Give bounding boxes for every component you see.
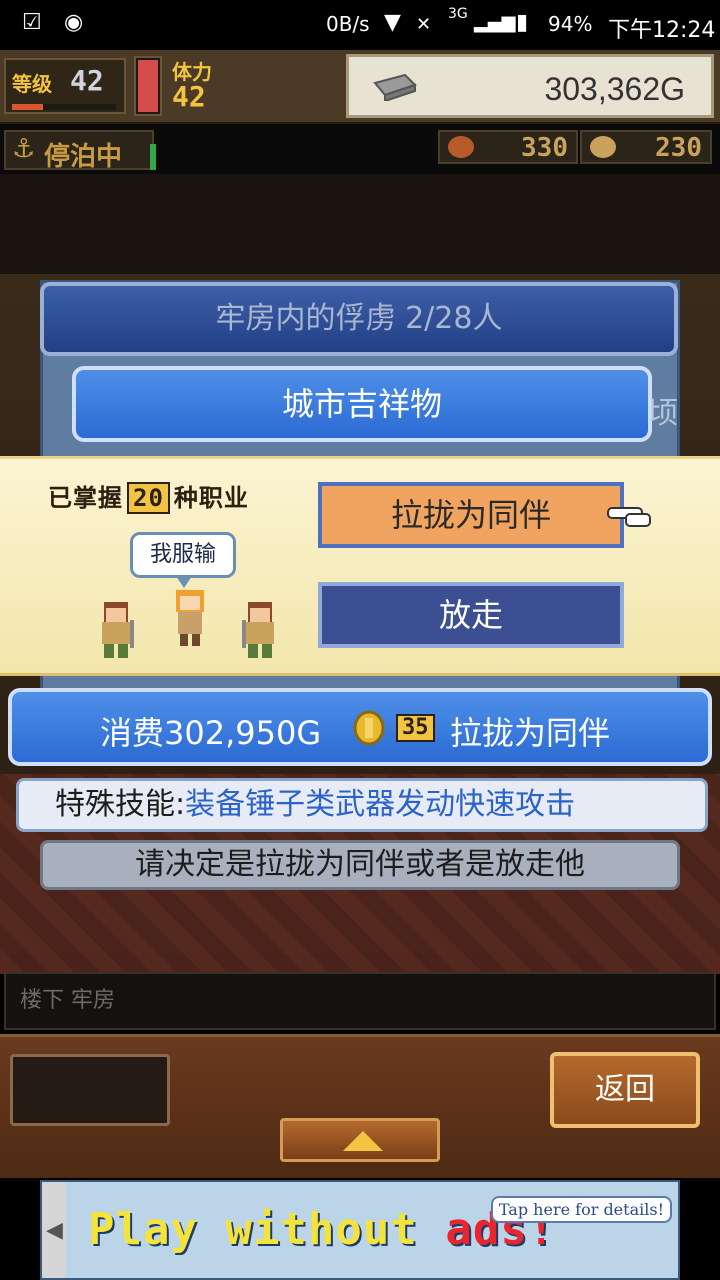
cost-coin-amount: 35 [396,714,435,742]
coin-icon [353,710,385,746]
up-arrow-icon [343,1131,383,1151]
food-amount: 330 [521,133,568,163]
mastery-label: 已掌握 20 种职业 [48,478,249,514]
speech-bubble: 我服输 [130,532,236,578]
status-indicator [150,144,156,170]
skill-value: 装备锤子类武器发动快速攻击 [185,787,576,822]
anchor-status-text: 停泊中 [44,142,123,172]
cost-action-text: 拉拢为同伴 [450,714,611,752]
anchor-icon: ⚓ [12,134,36,164]
guard-sprite-right [242,602,274,658]
recruit-button[interactable]: 拉拢为同伴 [318,482,624,548]
level-box: 等级 42 [4,58,126,114]
food-counter: 330 [438,130,578,164]
cost-gold-text: 消费302,950G [100,714,322,752]
coin-amount: 230 [655,133,702,163]
mastery-count: 20 [127,482,170,514]
back-button[interactable]: 返回 [550,1052,700,1128]
panel-title: 牢房内的俘虏 2/28人 [40,282,678,356]
mastery-prefix: 已掌握 [48,484,123,512]
wifi-icon: ▼ [384,10,401,35]
clock: 下午12:24 [608,18,716,43]
secondary-hud: ⚓ 停泊中 330 230 [0,124,720,174]
gold-amount: 303,362G [544,71,685,107]
location-label: 楼下 牢房 [4,972,716,1030]
release-button[interactable]: 放走 [318,582,624,648]
ad-headline: Play without ads! [88,1204,556,1255]
notification-icon: ☑ [22,10,42,35]
top-hud: 等级 42 体力 42 303,362G [0,50,720,124]
level-value: 42 [70,64,104,97]
anchor-status-box: ⚓ 停泊中 [4,130,154,172]
signal-icon: ▂▄▆ [474,12,516,33]
empty-slot [10,1054,170,1126]
ad-collapse-tab[interactable]: ◀ [42,1182,66,1278]
chevron-left-icon: ◀ [46,1218,63,1243]
decision-prompt: 请决定是拉拢为同伴或者是放走他 [40,840,680,890]
prisoner-name-banner: 城市吉祥物 [72,366,652,442]
scroll-up-button[interactable] [280,1118,440,1162]
stamina-gauge [134,56,162,116]
pointing-hand-icon [607,507,651,527]
skill-label: 特殊技能: [55,787,186,822]
media-icon: ◉ [64,10,84,35]
ad-banner[interactable]: ◀ Play without ads! Tap here for details… [40,1180,680,1280]
ad-tap-hint[interactable]: Tap here for details! [490,1196,672,1223]
special-skill-bar: 特殊技能:装备锤子类武器发动快速攻击 [16,778,708,832]
battery-level: 94% [548,12,593,36]
food-icon [448,136,474,158]
recruit-cost-button[interactable]: 消费302,950G 35 拉拢为同伴 [8,688,712,766]
stamina-value: 42 [172,80,206,113]
status-bar: ☑ ◉ 0B/s ▼ ✕ 3G ▂▄▆ ▮ 94% 下午12:24 [0,0,720,50]
captive-sprite [176,590,204,646]
panel-side-char: 顷 [648,396,678,431]
coin-icon [590,136,616,158]
net-speed: 0B/s [326,12,370,36]
level-progress-bar [12,104,116,110]
coin-counter: 230 [580,130,712,164]
battery-icon: ▮ [516,10,529,35]
network-type: 3G [448,6,468,22]
no-signal-icon: ✕ [416,14,432,35]
mastery-suffix: 种职业 [173,484,249,512]
gold-display: 303,362G [346,54,714,118]
level-label: 等级 [12,72,52,96]
gold-bar-icon [373,73,417,101]
guard-sprite-left [102,602,134,658]
